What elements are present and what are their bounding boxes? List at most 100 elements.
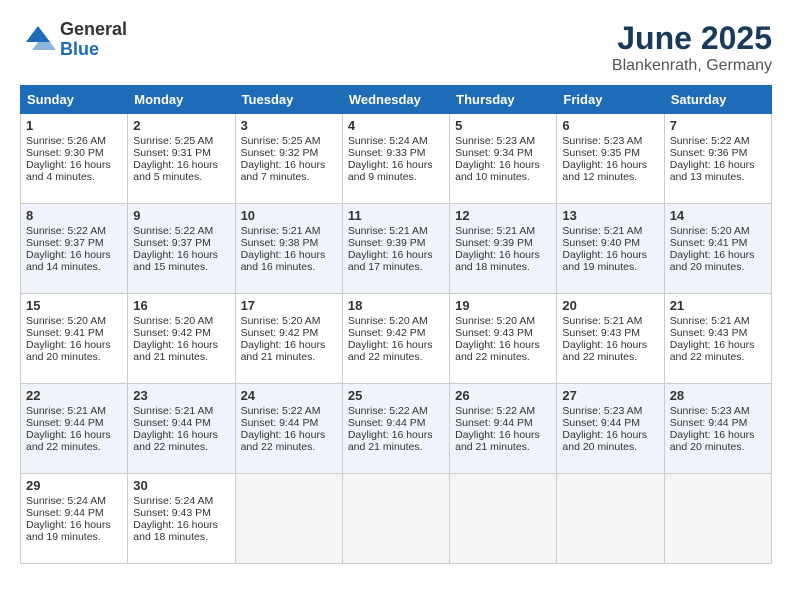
day-info-line: Sunset: 9:36 PM [670,147,766,159]
day-number: 28 [670,388,766,403]
day-info-line: Sunset: 9:44 PM [133,417,229,429]
day-info-line: Sunset: 9:34 PM [455,147,551,159]
day-info-line: Sunset: 9:43 PM [670,327,766,339]
calendar-cell: 15Sunrise: 5:20 AMSunset: 9:41 PMDayligh… [21,294,128,384]
calendar-cell: 1Sunrise: 5:26 AMSunset: 9:30 PMDaylight… [21,114,128,204]
day-info-line: and 12 minutes. [562,171,658,183]
day-number: 16 [133,298,229,313]
day-info-line: Daylight: 16 hours [670,159,766,171]
day-info-line: Daylight: 16 hours [348,249,444,261]
calendar-cell: 18Sunrise: 5:20 AMSunset: 9:42 PMDayligh… [342,294,449,384]
logo-icon [20,22,56,58]
calendar-header-saturday: Saturday [664,86,771,114]
calendar-cell [664,474,771,564]
day-number: 6 [562,118,658,133]
day-info-line: Daylight: 16 hours [241,429,337,441]
day-info-line: and 22 minutes. [562,351,658,363]
day-info-line: Daylight: 16 hours [670,429,766,441]
location: Blankenrath, Germany [612,57,772,75]
day-info-line: Sunrise: 5:22 AM [241,405,337,417]
day-info-line: Sunrise: 5:26 AM [26,135,122,147]
day-info-line: Sunset: 9:40 PM [562,237,658,249]
calendar-cell: 20Sunrise: 5:21 AMSunset: 9:43 PMDayligh… [557,294,664,384]
day-number: 1 [26,118,122,133]
day-number: 20 [562,298,658,313]
day-number: 11 [348,208,444,223]
day-number: 30 [133,478,229,493]
day-info-line: Daylight: 16 hours [26,249,122,261]
day-info-line: Sunset: 9:42 PM [348,327,444,339]
day-number: 24 [241,388,337,403]
calendar-cell: 14Sunrise: 5:20 AMSunset: 9:41 PMDayligh… [664,204,771,294]
day-info-line: Daylight: 16 hours [241,249,337,261]
day-info-line: Daylight: 16 hours [670,249,766,261]
day-info-line: Sunrise: 5:20 AM [133,315,229,327]
day-info-line: Sunrise: 5:20 AM [670,225,766,237]
day-info-line: Sunset: 9:37 PM [26,237,122,249]
day-info-line: Sunset: 9:31 PM [133,147,229,159]
calendar-cell: 3Sunrise: 5:25 AMSunset: 9:32 PMDaylight… [235,114,342,204]
day-number: 9 [133,208,229,223]
day-info-line: Daylight: 16 hours [133,249,229,261]
calendar-cell: 27Sunrise: 5:23 AMSunset: 9:44 PMDayligh… [557,384,664,474]
day-info-line: Sunrise: 5:20 AM [241,315,337,327]
day-info-line: and 21 minutes. [348,441,444,453]
day-info-line: Sunset: 9:44 PM [26,507,122,519]
calendar-cell [235,474,342,564]
calendar-cell: 17Sunrise: 5:20 AMSunset: 9:42 PMDayligh… [235,294,342,384]
day-info-line: Sunset: 9:39 PM [348,237,444,249]
day-info-line: Daylight: 16 hours [133,519,229,531]
day-info-line: and 21 minutes. [241,351,337,363]
day-info-line: Daylight: 16 hours [562,159,658,171]
day-info-line: Sunrise: 5:21 AM [562,315,658,327]
day-info-line: Sunset: 9:43 PM [455,327,551,339]
day-info-line: Sunset: 9:43 PM [562,327,658,339]
calendar-cell: 26Sunrise: 5:22 AMSunset: 9:44 PMDayligh… [450,384,557,474]
day-info-line: and 13 minutes. [670,171,766,183]
day-info-line: Daylight: 16 hours [455,339,551,351]
day-info-line: and 10 minutes. [455,171,551,183]
day-info-line: Daylight: 16 hours [26,429,122,441]
calendar-cell: 21Sunrise: 5:21 AMSunset: 9:43 PMDayligh… [664,294,771,384]
calendar-cell: 11Sunrise: 5:21 AMSunset: 9:39 PMDayligh… [342,204,449,294]
day-number: 15 [26,298,122,313]
day-info-line: Sunset: 9:39 PM [455,237,551,249]
logo-general: General [60,20,127,40]
day-info-line: Sunset: 9:43 PM [133,507,229,519]
day-info-line: Daylight: 16 hours [670,339,766,351]
page-header: General Blue June 2025 Blankenrath, Germ… [20,20,772,75]
day-info-line: and 22 minutes. [26,441,122,453]
day-info-line: Sunrise: 5:24 AM [133,495,229,507]
calendar-cell: 8Sunrise: 5:22 AMSunset: 9:37 PMDaylight… [21,204,128,294]
day-number: 8 [26,208,122,223]
day-info-line: Daylight: 16 hours [455,429,551,441]
day-info-line: Sunrise: 5:25 AM [241,135,337,147]
calendar-cell [557,474,664,564]
calendar-cell: 30 Sunrise: 5:24 AMSunset: 9:43 PMDayligh… [128,474,235,564]
day-number: 14 [670,208,766,223]
day-info-line: Sunset: 9:42 PM [241,327,337,339]
day-info-line: and 22 minutes. [241,441,337,453]
day-info-line: and 16 minutes. [241,261,337,273]
day-info-line: Daylight: 16 hours [348,159,444,171]
calendar-cell: 19Sunrise: 5:20 AMSunset: 9:43 PMDayligh… [450,294,557,384]
month-title: June 2025 [612,20,772,57]
day-info-line: Sunrise: 5:21 AM [241,225,337,237]
day-info-line: and 9 minutes. [348,171,444,183]
calendar-week-row: 1Sunrise: 5:26 AMSunset: 9:30 PMDaylight… [21,114,772,204]
day-info-line: Sunrise: 5:22 AM [455,405,551,417]
day-number: 17 [241,298,337,313]
day-info-line: Sunset: 9:37 PM [133,237,229,249]
calendar-cell: 28Sunrise: 5:23 AMSunset: 9:44 PMDayligh… [664,384,771,474]
day-info-line: Sunset: 9:42 PM [133,327,229,339]
day-info-line: Sunrise: 5:23 AM [455,135,551,147]
day-info-line: and 20 minutes. [670,261,766,273]
day-info-line: Sunrise: 5:23 AM [562,405,658,417]
calendar-week-row: 22Sunrise: 5:21 AMSunset: 9:44 PMDayligh… [21,384,772,474]
day-info-line: Sunrise: 5:21 AM [26,405,122,417]
day-info-line: Sunset: 9:44 PM [455,417,551,429]
day-info-line: Daylight: 16 hours [133,429,229,441]
day-number: 18 [348,298,444,313]
calendar-cell: 10Sunrise: 5:21 AMSunset: 9:38 PMDayligh… [235,204,342,294]
day-number: 25 [348,388,444,403]
